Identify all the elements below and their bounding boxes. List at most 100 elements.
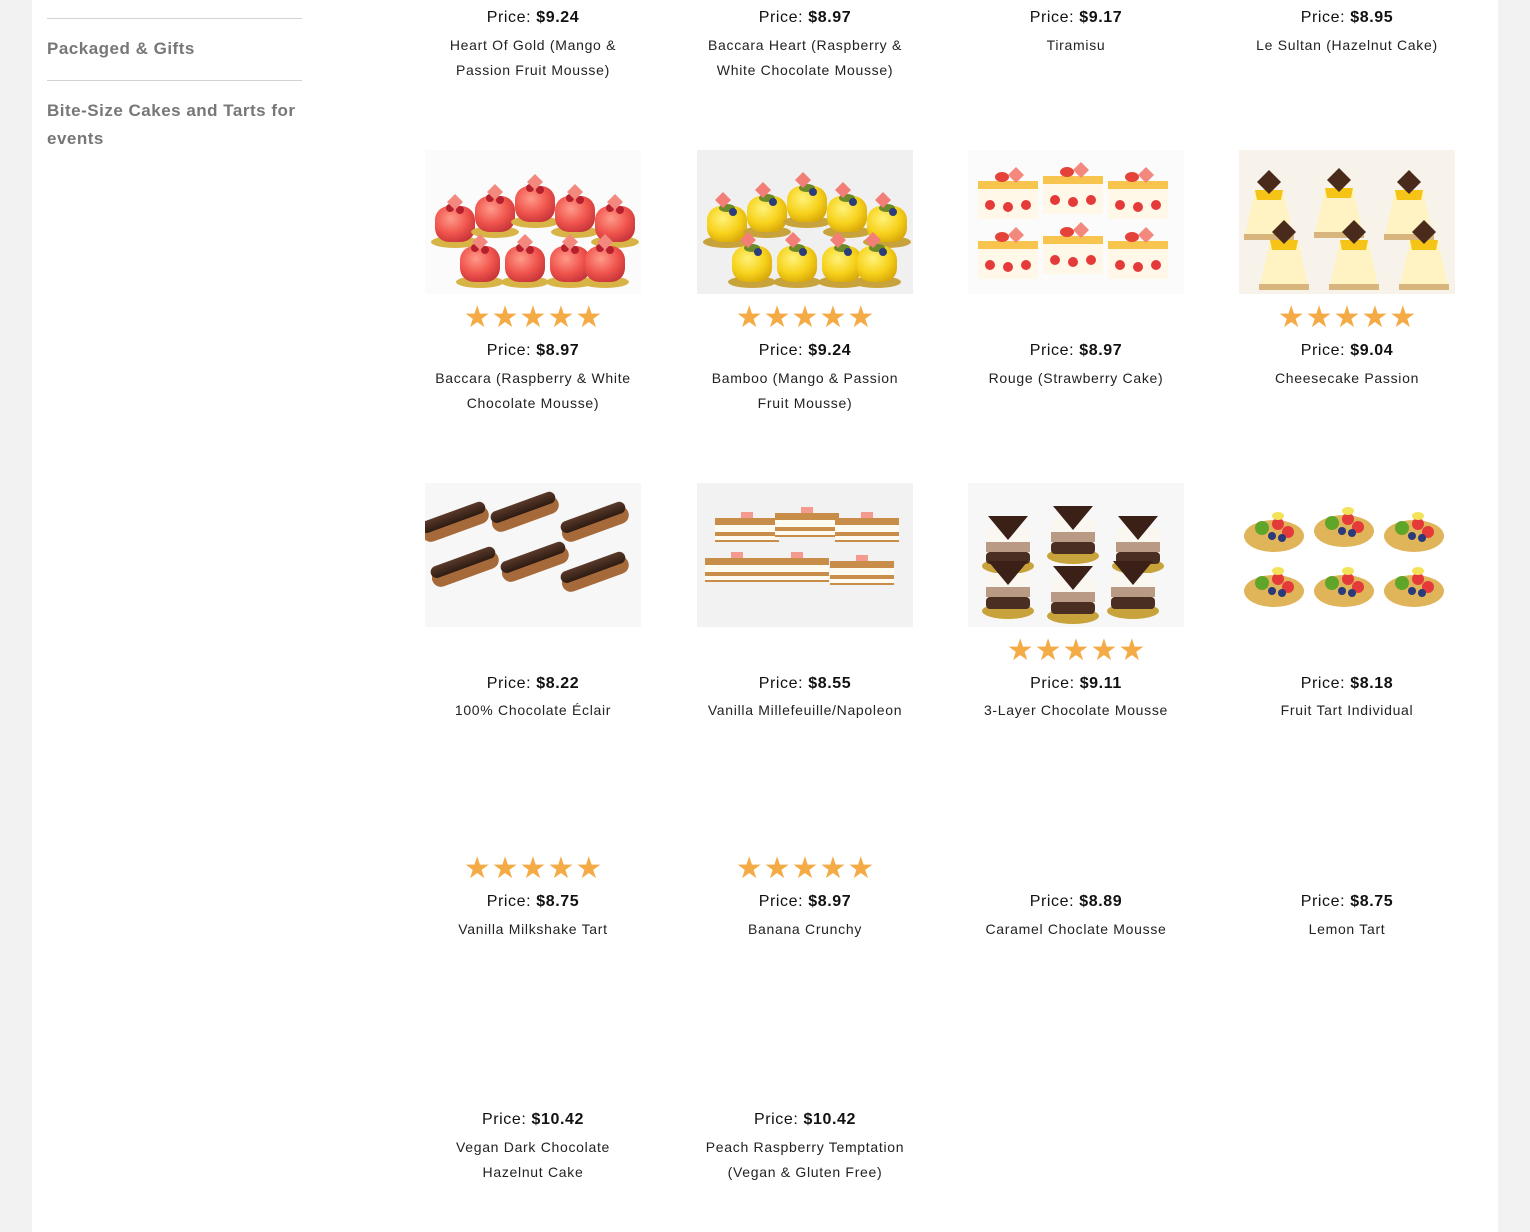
- product-price: Price: $8.97: [425, 341, 641, 361]
- rating-stars: ★ ★ ★ ★ ★: [968, 635, 1184, 667]
- product-price: Price: $8.97: [968, 341, 1184, 361]
- product-image[interactable]: [425, 483, 641, 627]
- price-label: Price:: [1029, 9, 1075, 26]
- price-value: $9.11: [1079, 675, 1122, 692]
- product-image[interactable]: [697, 483, 913, 627]
- product-price: Price: $9.04: [1239, 341, 1455, 361]
- product-name-link[interactable]: Peach Raspberry Temptation (Vegan & Glut…: [697, 1135, 913, 1185]
- price-label: Price:: [486, 9, 532, 26]
- star-icon: ★: [819, 300, 847, 335]
- price-value: $9.24: [808, 342, 852, 359]
- product-price: Price: $9.24: [425, 8, 641, 28]
- star-icon: ★: [819, 851, 847, 886]
- sidebar-item-bite-size-cakes[interactable]: Bite-Size Cakes and Tarts for events: [47, 97, 302, 153]
- price-value: $8.75: [536, 893, 580, 910]
- star-icon: ★: [1118, 633, 1146, 668]
- star-icon: ★: [547, 851, 575, 886]
- product-image[interactable]: [968, 150, 1184, 294]
- price-label: Price:: [758, 342, 804, 359]
- product-name-link[interactable]: Bamboo (Mango & Passion Fruit Mousse): [697, 366, 913, 416]
- price-value: $8.97: [1079, 342, 1123, 359]
- star-icon: ★: [763, 851, 791, 886]
- star-icon: ★: [763, 300, 791, 335]
- product-name-link[interactable]: Caramel Choclate Mousse: [968, 917, 1184, 942]
- product-name-link[interactable]: Tiramisu: [968, 33, 1184, 58]
- product-image[interactable]: [697, 150, 913, 294]
- product-name-link[interactable]: Vegan Dark Chocolate Hazelnut Cake: [425, 1135, 641, 1185]
- price-label: Price:: [486, 342, 532, 359]
- price-label: Price:: [1300, 9, 1346, 26]
- product-image[interactable]: [1239, 483, 1455, 627]
- product-price: Price: $8.55: [697, 674, 913, 694]
- price-label: Price:: [1029, 342, 1075, 359]
- price-label: Price:: [758, 893, 804, 910]
- price-value: $9.04: [1350, 342, 1394, 359]
- rating-stars: ★ ★ ★ ★ ★: [425, 853, 641, 885]
- product-price: Price: $8.95: [1239, 8, 1455, 28]
- star-icon: ★: [575, 300, 603, 335]
- star-icon: ★: [491, 851, 519, 886]
- price-value: $9.17: [1079, 9, 1123, 26]
- product-name-link[interactable]: Heart Of Gold (Mango & Passion Fruit Mou…: [425, 33, 641, 83]
- product-name-link[interactable]: Le Sultan (Hazelnut Cake): [1239, 33, 1455, 58]
- rating-stars: ★ ★ ★ ★ ★: [425, 302, 641, 334]
- product-name-link[interactable]: Baccara (Raspberry & White Chocolate Mou…: [425, 366, 641, 416]
- price-value: $8.97: [536, 342, 580, 359]
- product-price: Price: $8.18: [1239, 674, 1455, 694]
- price-label: Price:: [1300, 893, 1346, 910]
- price-label: Price:: [1300, 675, 1346, 692]
- price-value: $8.95: [1350, 9, 1394, 26]
- product-price: Price: $8.97: [697, 892, 913, 912]
- price-label: Price:: [758, 675, 804, 692]
- price-label: Price:: [758, 9, 804, 26]
- star-icon: ★: [463, 300, 491, 335]
- product-name-link[interactable]: Vanilla Millefeuille/Napoleon: [697, 698, 913, 723]
- product-price: Price: $8.75: [1239, 892, 1455, 912]
- product-image[interactable]: [1239, 150, 1455, 294]
- product-name-link[interactable]: Rouge (Strawberry Cake): [968, 366, 1184, 391]
- price-label: Price:: [486, 675, 532, 692]
- price-value: $8.89: [1079, 893, 1123, 910]
- star-icon: ★: [791, 851, 819, 886]
- product-price: Price: $8.75: [425, 892, 641, 912]
- product-name-link[interactable]: 3-Layer Chocolate Mousse: [968, 698, 1184, 723]
- price-label: Price:: [481, 1111, 527, 1128]
- price-value: $8.97: [808, 9, 852, 26]
- product-name-link[interactable]: Baccara Heart (Raspberry & White Chocola…: [697, 33, 913, 83]
- star-icon: ★: [1277, 300, 1305, 335]
- product-name-link[interactable]: Vanilla Milkshake Tart: [425, 917, 641, 942]
- rating-stars: ★ ★ ★ ★ ★: [1239, 302, 1455, 334]
- product-name-link[interactable]: Banana Crunchy: [697, 917, 913, 942]
- rating-stars: ★ ★ ★ ★ ★: [697, 853, 913, 885]
- star-icon: ★: [491, 300, 519, 335]
- rating-stars: ★ ★ ★ ★ ★: [697, 302, 913, 334]
- price-value: $8.97: [808, 893, 852, 910]
- star-icon: ★: [1333, 300, 1361, 335]
- product-image[interactable]: [425, 150, 641, 294]
- star-icon: ★: [547, 300, 575, 335]
- sidebar-divider: [47, 18, 302, 19]
- product-name-link[interactable]: Fruit Tart Individual: [1239, 698, 1455, 723]
- sidebar-item-packaged-gifts[interactable]: Packaged & Gifts: [47, 35, 302, 63]
- product-name-link[interactable]: 100% Chocolate Éclair: [425, 698, 641, 723]
- star-icon: ★: [1305, 300, 1333, 335]
- price-value: $10.42: [803, 1111, 857, 1128]
- price-label: Price:: [1300, 342, 1346, 359]
- star-icon: ★: [847, 851, 875, 886]
- star-icon: ★: [1006, 633, 1034, 668]
- star-icon: ★: [791, 300, 819, 335]
- product-image[interactable]: [968, 483, 1184, 627]
- product-name-link[interactable]: Cheesecake Passion: [1239, 366, 1455, 391]
- product-name-link[interactable]: Lemon Tart: [1239, 917, 1455, 942]
- star-icon: ★: [735, 851, 763, 886]
- price-label: Price:: [486, 893, 532, 910]
- product-price: Price: $8.22: [425, 674, 641, 694]
- price-label: Price:: [753, 1111, 799, 1128]
- star-icon: ★: [519, 851, 547, 886]
- star-icon: ★: [1361, 300, 1389, 335]
- product-price: Price: $9.17: [968, 8, 1184, 28]
- star-icon: ★: [1090, 633, 1118, 668]
- price-value: $8.22: [536, 675, 580, 692]
- product-price: Price: $8.89: [968, 892, 1184, 912]
- star-icon: ★: [735, 300, 763, 335]
